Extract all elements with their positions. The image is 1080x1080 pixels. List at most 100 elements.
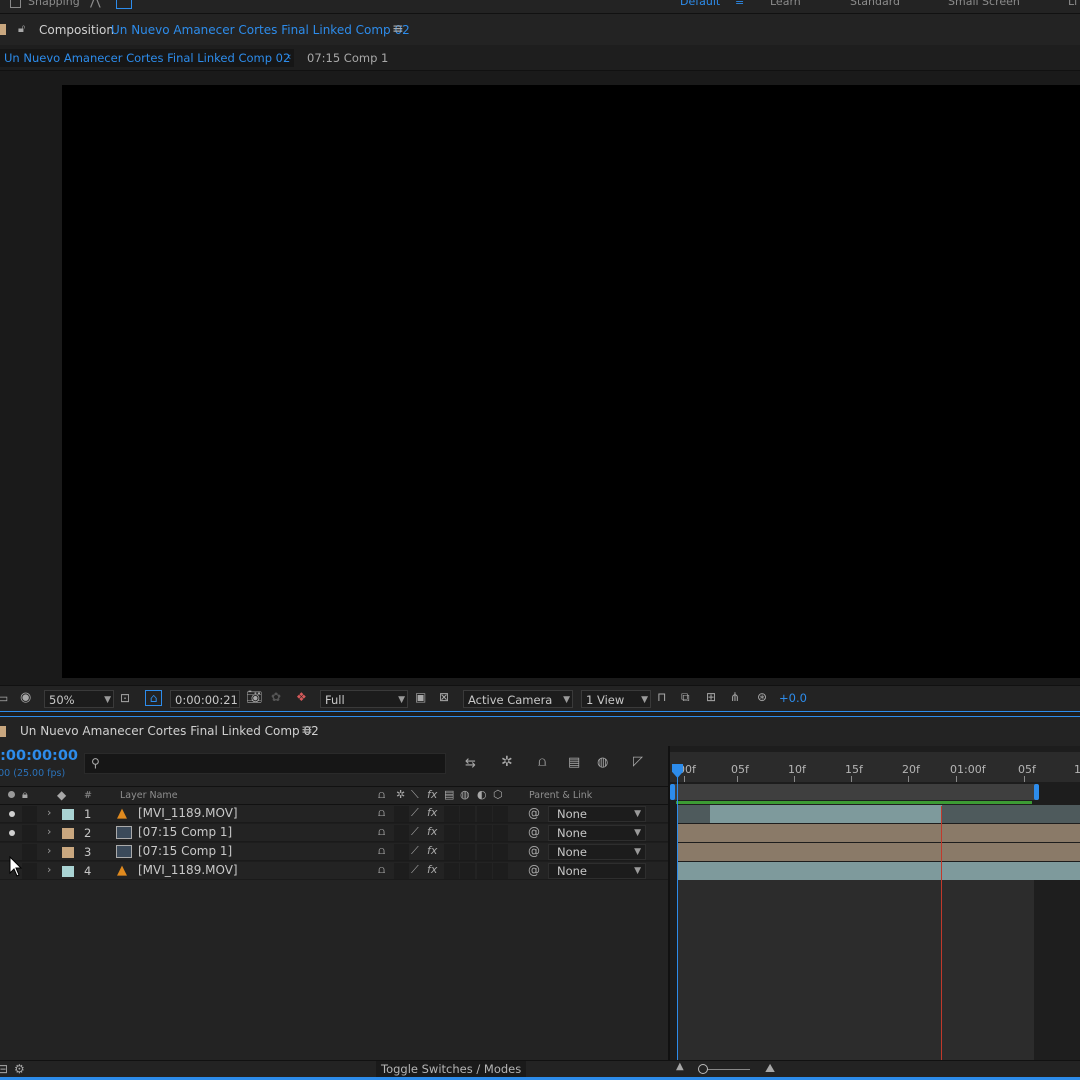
layer-switches-icon[interactable]: ⚙ <box>14 1062 25 1076</box>
expand-chevron-icon[interactable]: › <box>47 825 51 838</box>
parent-dropdown[interactable]: None ▼ <box>548 844 646 860</box>
always-preview-icon[interactable]: ▭ <box>0 691 8 705</box>
toggle-switches-modes-button[interactable]: Toggle Switches / Modes <box>376 1061 527 1078</box>
snapshot-camera-icon[interactable]: 📷︎ <box>246 690 263 705</box>
collapse-switch[interactable] <box>394 844 409 860</box>
layer-duration-bar[interactable] <box>678 843 1080 861</box>
current-time-display[interactable]: 0:00:00:21 <box>170 690 240 708</box>
graph-editor-icon[interactable]: ◸ <box>633 754 643 769</box>
layer-row[interactable]: › 4 ▲ [MVI_1189.MOV] ⩍ ⟋ fx @ None ▼ <box>0 862 668 880</box>
lock-icon[interactable]: 🔓︎ <box>18 22 25 36</box>
workspace-libraries[interactable]: Li <box>1068 0 1077 8</box>
lock-toggle[interactable] <box>22 825 37 841</box>
effects-switch-icon[interactable]: fx <box>427 806 437 819</box>
video-visibility-toggle[interactable] <box>9 811 15 817</box>
composition-name[interactable]: Un Nuevo Amanecer Cortes Final Linked Co… <box>111 23 410 37</box>
toggle-transparency-icon[interactable]: ⊠ <box>439 690 449 704</box>
shy-layers-icon[interactable]: ⩍ <box>538 755 546 770</box>
adjustment-switch[interactable] <box>477 863 492 879</box>
snap-mode-icon[interactable] <box>116 0 132 9</box>
lock-column-icon[interactable]: 🔒︎ <box>22 788 28 802</box>
composition-mini-flowchart-icon[interactable]: ⇆ <box>465 756 476 771</box>
shy-switch-icon[interactable]: ⩍ <box>378 863 385 877</box>
camera-dropdown[interactable]: Active Camera ▼ <box>463 690 573 708</box>
layer-name[interactable]: [07:15 Comp 1] <box>138 825 232 839</box>
timeline-tab-title[interactable]: Un Nuevo Amanecer Cortes Final Linked Co… <box>20 724 319 738</box>
motion-blur-switch[interactable] <box>460 806 475 822</box>
layer-name[interactable]: [MVI_1189.MOV] <box>138 863 238 877</box>
breadcrumb-active-comp[interactable]: Un Nuevo Amanecer Cortes Final Linked Co… <box>0 49 295 67</box>
frame-blending-icon[interactable]: ▤ <box>568 755 580 770</box>
views-dropdown[interactable]: 1 View ▼ <box>581 690 651 708</box>
layer-name-column-header[interactable]: Layer Name <box>120 790 178 801</box>
shy-switch-icon[interactable]: ⩍ <box>378 806 385 820</box>
work-area-end-handle[interactable] <box>1034 784 1039 800</box>
show-snapshot-icon[interactable]: ✿ <box>271 690 281 704</box>
expand-chevron-icon[interactable]: › <box>47 863 51 876</box>
motion-blur-switch[interactable] <box>460 844 475 860</box>
zoom-in-icon[interactable]: ⛰ <box>765 1061 775 1076</box>
adjustment-switch[interactable] <box>477 844 492 860</box>
flowchart-icon[interactable]: ⋔ <box>730 690 740 704</box>
workspace-standard[interactable]: Standard <box>850 0 900 8</box>
layer-row[interactable]: › 2 [07:15 Comp 1] ⩍ ⟋ fx @ None ▼ <box>0 824 668 842</box>
pick-whip-icon[interactable]: @ <box>528 863 540 877</box>
collapse-switch[interactable] <box>394 806 409 822</box>
lock-toggle[interactable] <box>22 844 37 860</box>
snapping-checkbox[interactable] <box>10 0 21 8</box>
resolution-dropdown[interactable]: Full ▼ <box>320 690 408 708</box>
timeline-empty-area[interactable] <box>678 880 1034 1060</box>
3d-layer-switch[interactable] <box>493 806 508 822</box>
workspace-learn[interactable]: Learn <box>770 0 801 8</box>
pick-whip-icon[interactable]: @ <box>528 825 540 839</box>
adjustment-switch[interactable] <box>477 806 492 822</box>
layer-color-label[interactable] <box>62 809 74 820</box>
workspace-small-screen[interactable]: Small Screen <box>948 0 1020 8</box>
collapse-switch[interactable] <box>394 825 409 841</box>
fast-previews-icon[interactable]: ⧉ <box>681 690 690 705</box>
lock-toggle[interactable] <box>22 863 37 879</box>
reset-exposure-icon[interactable]: ⊛ <box>757 690 767 704</box>
shy-switch-icon[interactable]: ⩍ <box>378 825 385 839</box>
draft-3d-icon[interactable]: ✲ <box>501 754 513 770</box>
layer-color-label[interactable] <box>62 828 74 839</box>
label-column-icon[interactable]: ◆ <box>57 788 66 802</box>
zoom-out-icon[interactable]: ▲ <box>676 1061 684 1072</box>
region-of-interest-icon[interactable]: ▣ <box>415 690 426 704</box>
3d-layer-switch[interactable] <box>493 844 508 860</box>
snapping-label[interactable]: Snapping <box>28 0 80 8</box>
mask-view-icon[interactable]: ◉ <box>20 690 31 705</box>
parent-dropdown[interactable]: None ▼ <box>548 806 646 822</box>
layer-color-label[interactable] <box>62 847 74 858</box>
layer-duration-bar[interactable] <box>678 805 1080 823</box>
layer-search-input[interactable]: ⚲ <box>84 753 446 774</box>
motion-blur-icon[interactable]: ◍ <box>597 755 608 770</box>
breadcrumb-next-comp[interactable]: 07:15 Comp 1 <box>303 49 392 67</box>
zoom-slider-thumb[interactable] <box>698 1064 708 1074</box>
effects-switch-icon[interactable]: fx <box>427 844 437 857</box>
panel-menu-icon[interactable]: ≡ <box>392 21 404 37</box>
zoom-dropdown[interactable]: 50% ▼ <box>44 690 114 708</box>
fit-icon[interactable]: ⊡ <box>120 691 130 705</box>
layer-duration-bar[interactable] <box>678 824 1080 842</box>
layer-row[interactable]: › 3 [07:15 Comp 1] ⩍ ⟋ fx @ None ▼ <box>0 843 668 861</box>
quality-switch-icon[interactable]: ⟋ <box>411 806 419 820</box>
frame-blend-switch[interactable] <box>444 844 459 860</box>
parent-dropdown[interactable]: None ▼ <box>548 825 646 841</box>
snapping-options-icon[interactable]: ⋀ <box>90 0 101 9</box>
layer-duration-bar[interactable] <box>678 862 1080 880</box>
quality-switch-icon[interactable]: ⟋ <box>411 844 419 858</box>
layer-name[interactable]: [MVI_1189.MOV] <box>138 806 238 820</box>
layer-row[interactable]: › 1 ▲ [MVI_1189.MOV] ⩍ ⟋ fx @ None ▼ <box>0 805 668 823</box>
3d-layer-switch[interactable] <box>493 825 508 841</box>
toggle-pixel-aspect-icon[interactable]: ⊓ <box>657 690 666 704</box>
motion-blur-switch[interactable] <box>460 863 475 879</box>
3d-layer-switch[interactable] <box>493 863 508 879</box>
adjustment-switch[interactable] <box>477 825 492 841</box>
composition-canvas[interactable] <box>62 85 1080 678</box>
effects-switch-icon[interactable]: fx <box>427 863 437 876</box>
timecode-display[interactable]: 0:00:00:00 <box>0 748 78 764</box>
work-area-bar[interactable] <box>672 784 1038 800</box>
quality-switch-icon[interactable]: ⟋ <box>411 825 419 839</box>
layer-list-empty-area[interactable] <box>0 880 668 1060</box>
